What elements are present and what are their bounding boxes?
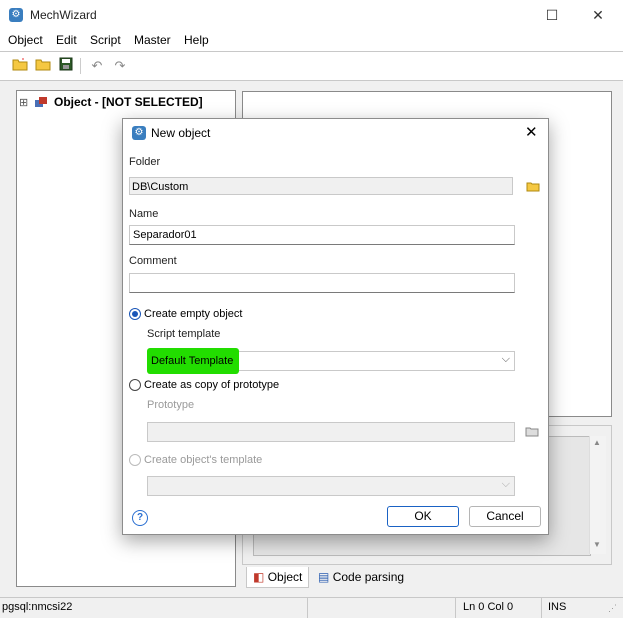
title-bar: ⚙ MechWizard ☐ ✕: [0, 0, 623, 31]
undo-icon[interactable]: ↶: [88, 57, 106, 75]
create-template-radio[interactable]: [129, 454, 141, 466]
status-separator: [307, 598, 308, 618]
comment-label: Comment: [129, 255, 177, 267]
toolbar-separator: [80, 58, 81, 74]
save-icon[interactable]: [57, 57, 75, 75]
menu-script[interactable]: Script: [90, 33, 121, 47]
scroll-down-icon[interactable]: ▼: [593, 540, 601, 549]
toolbar: ↶ ↷: [0, 52, 623, 81]
status-separator: [541, 598, 542, 618]
prototype-label: Prototype: [147, 399, 195, 411]
resize-grip-icon[interactable]: ⋰: [608, 603, 617, 614]
status-mode: INS: [548, 601, 567, 613]
maximize-button[interactable]: ☐: [537, 4, 567, 26]
menu-help[interactable]: Help: [184, 33, 209, 47]
dialog-title: New object: [151, 126, 211, 140]
help-icon[interactable]: ?: [132, 510, 148, 526]
status-db: pgsql:nmcsi22: [2, 601, 73, 613]
prototype-field: [147, 422, 515, 442]
tree-root-label[interactable]: Object - [NOT SELECTED]: [54, 95, 203, 109]
name-input[interactable]: [129, 225, 515, 245]
menu-edit[interactable]: Edit: [56, 33, 77, 47]
new-object-dialog: ⚙ New object ✕ Folder DB\Custom Name Com…: [122, 118, 549, 535]
script-template-value: Default Template: [151, 355, 234, 367]
tab-code-parsing[interactable]: ▤ Code parsing: [312, 567, 410, 587]
script-template-select[interactable]: Default Template ⌵: [147, 348, 515, 374]
object-node-icon: [34, 96, 48, 111]
menu-bar: Object Edit Script Master Help: [0, 31, 623, 52]
object-tab-icon: ◧: [253, 570, 265, 584]
create-empty-label[interactable]: Create empty object: [144, 308, 242, 320]
script-template-label: Script template: [147, 328, 221, 340]
code-tab-icon: ▤: [318, 570, 330, 584]
create-copy-radio[interactable]: [129, 379, 141, 391]
menu-master[interactable]: Master: [134, 33, 171, 47]
window-title: MechWizard: [30, 8, 97, 22]
name-label: Name: [129, 208, 159, 220]
bottom-tabs: ◧ Object ▤ Code parsing: [242, 565, 610, 589]
comment-input[interactable]: [129, 273, 515, 293]
create-template-label[interactable]: Create object's template: [144, 454, 262, 466]
app-gear-icon: ⚙: [9, 8, 23, 22]
folder-label: Folder: [129, 156, 161, 168]
close-window-button[interactable]: ✕: [583, 4, 613, 26]
cancel-button[interactable]: Cancel: [469, 506, 541, 527]
open-folder-icon[interactable]: [34, 57, 52, 75]
close-dialog-button[interactable]: ✕: [525, 123, 538, 141]
scroll-up-icon[interactable]: ▲: [593, 438, 601, 447]
output-scrollbar[interactable]: ▲ ▼: [589, 436, 606, 554]
create-copy-label[interactable]: Create as copy of prototype: [144, 379, 279, 391]
chevron-down-icon[interactable]: ⌵: [502, 353, 510, 366]
tab-code-parsing-label: Code parsing: [332, 570, 405, 584]
create-empty-radio[interactable]: [129, 308, 141, 320]
tree-expand-icon[interactable]: ⊞: [19, 96, 28, 109]
folder-field: DB\Custom: [129, 177, 513, 195]
menu-object[interactable]: Object: [8, 33, 43, 47]
browse-prototype-icon: [525, 426, 539, 437]
dialog-gear-icon: ⚙: [132, 126, 146, 140]
status-separator: [455, 598, 456, 618]
status-position: Ln 0 Col 0: [463, 601, 514, 613]
chevron-down-icon: ⌵: [501, 478, 510, 490]
redo-icon[interactable]: ↷: [111, 57, 129, 75]
browse-folder-icon[interactable]: [526, 181, 540, 192]
tab-object[interactable]: ◧ Object: [246, 567, 310, 588]
dialog-title-bar: ⚙ New object ✕: [123, 119, 548, 147]
template-select: ⌵: [147, 476, 515, 496]
ok-button[interactable]: OK: [387, 506, 459, 527]
new-folder-icon[interactable]: [11, 57, 29, 75]
status-bar: pgsql:nmcsi22 Ln 0 Col 0 INS ⋰: [0, 597, 623, 618]
tab-object-label: Object: [267, 570, 303, 584]
